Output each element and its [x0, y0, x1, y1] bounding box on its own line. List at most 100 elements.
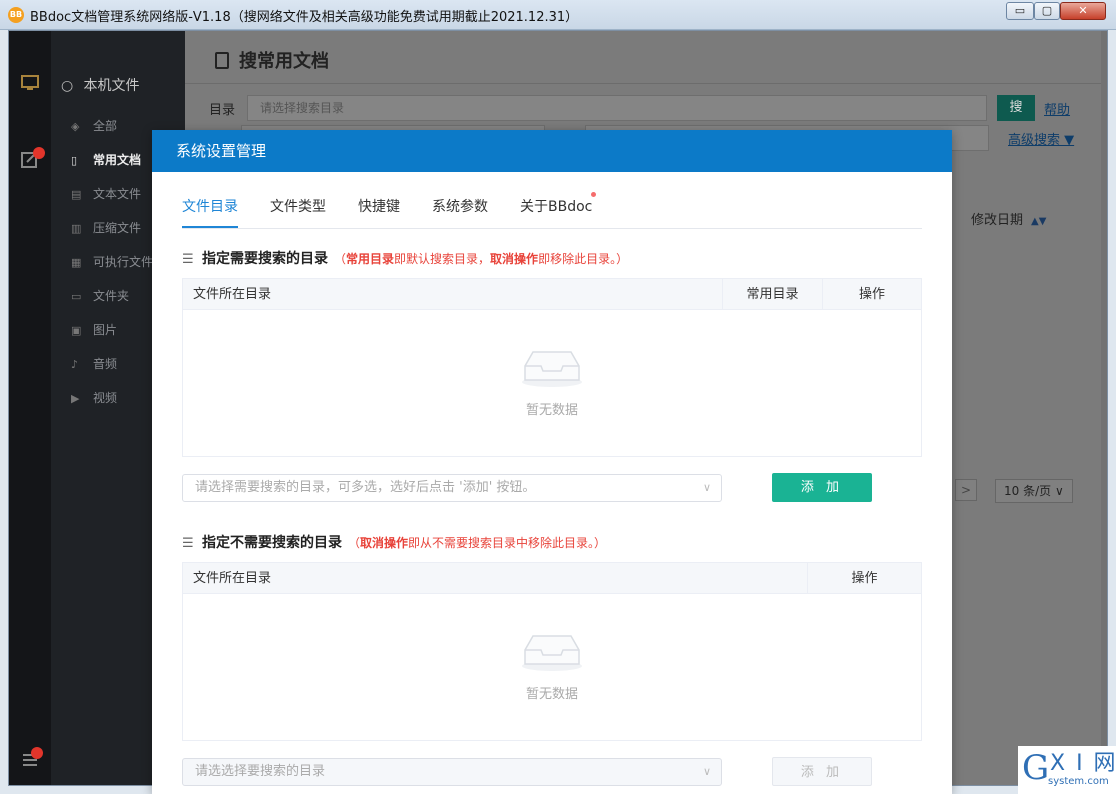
sidebar-header[interactable]: ○ 本机文件: [61, 75, 139, 95]
sidebar-item-archives[interactable]: ▥ 压缩文件: [71, 218, 141, 238]
monitor-icon[interactable]: [19, 73, 41, 95]
add-exclude-button[interactable]: 添 加: [772, 757, 872, 786]
tab-file-types[interactable]: 文件类型: [270, 196, 326, 216]
exclude-dir-select[interactable]: 请选选择要搜索的目录 ∨: [182, 758, 722, 786]
table-header: 文件所在目录 操作: [183, 563, 921, 594]
sidebar-item-label: 常用文档: [93, 153, 142, 167]
folder-icon: ▭: [71, 290, 82, 303]
note-bold: 常用目录: [346, 252, 395, 266]
sidebar-item-label: 视频: [93, 391, 118, 405]
active-tab-indicator: [182, 226, 238, 228]
sidebar-item-images[interactable]: ▣ 图片: [71, 320, 117, 340]
list-icon: ☰: [182, 252, 194, 267]
audio-icon: ♪: [71, 358, 79, 371]
sidebar-item-label: 图片: [93, 323, 118, 337]
watermark-domain: system.com: [1048, 776, 1109, 787]
close-button[interactable]: ✕: [1060, 2, 1106, 20]
note-part: （: [348, 536, 361, 550]
tab-file-directory[interactable]: 文件目录: [182, 196, 238, 216]
section-title-text: 指定需要搜索的目录: [202, 251, 328, 267]
empty-box-icon: [522, 635, 582, 671]
column-header-modified[interactable]: 修改日期 ▲▼: [971, 209, 1046, 228]
document-icon: [215, 52, 229, 69]
archive-icon: ▥: [71, 222, 82, 235]
sidebar-item-label: 文本文件: [93, 187, 142, 201]
new-dot-badge: [591, 192, 597, 197]
column-header-directory: 文件所在目录: [193, 287, 272, 302]
page-title: 搜常用文档: [215, 47, 329, 73]
video-icon: ▶: [71, 392, 80, 405]
tab-shortcuts[interactable]: 快捷键: [358, 196, 400, 216]
column-header-directory: 文件所在目录: [193, 571, 272, 586]
sidebar-item-label: 可执行文件: [93, 255, 154, 269]
column-header-label: 修改日期: [971, 213, 1024, 228]
icon-rail: [9, 31, 51, 785]
sidebar-item-audio[interactable]: ♪ 音频: [71, 354, 117, 374]
minimize-button[interactable]: ▭: [1006, 2, 1034, 20]
table-header: 文件所在目录 常用目录 操作: [183, 279, 921, 310]
include-dir-select[interactable]: 请选择需要搜索的目录，可多选，选好后点击 '添加' 按钮。 ∨: [182, 474, 722, 502]
empty-box-icon: [522, 351, 582, 387]
settings-modal: 系统设置管理 文件目录 文件类型 快捷键 系统参数 关于BBdoc ☰ 指定需要搜…: [152, 130, 952, 794]
watermark-xi: X I 网: [1050, 751, 1116, 776]
column-header-action: 操作: [822, 279, 921, 310]
sidebar-item-text-files[interactable]: ▤ 文本文件: [71, 184, 141, 204]
empty-text: 暂无数据: [525, 687, 578, 702]
sidebar-item-common-docs[interactable]: ▯ 常用文档: [71, 150, 141, 170]
app-logo-icon: BB: [8, 7, 24, 23]
search-icon: ○: [61, 78, 74, 94]
sidebar-item-label: 全部: [93, 119, 118, 133]
chevron-down-icon: ∨: [702, 765, 711, 778]
advanced-search-link[interactable]: 高级搜索 ▼: [1008, 129, 1074, 148]
sidebar-item-video[interactable]: ▶ 视频: [71, 388, 117, 408]
window-titlebar: BB BBdoc文档管理系统网络版-V1.18（搜网络文件及相关高级功能免费试用…: [0, 0, 1116, 30]
chevron-down-icon: ∨: [1054, 484, 1064, 498]
pagination-next-button[interactable]: >: [955, 479, 977, 501]
tab-about[interactable]: 关于BBdoc: [520, 192, 597, 216]
sidebar-item-executables[interactable]: ▦ 可执行文件: [71, 252, 153, 272]
page-size-select[interactable]: 10 条/页 ∨: [995, 479, 1073, 503]
sidebar-item-label: 文件夹: [93, 289, 130, 303]
include-table: 文件所在目录 常用目录 操作 暂无数据: [182, 278, 922, 457]
menu-notification-badge: [31, 747, 43, 759]
sort-icon[interactable]: ▲▼: [1031, 216, 1046, 227]
add-include-button[interactable]: 添 加: [772, 473, 872, 502]
document-icon: ▯: [71, 154, 78, 167]
note-part: 即默认搜索目录，: [394, 252, 491, 266]
dir-select[interactable]: 请选择搜索目录: [247, 95, 987, 121]
sidebar-item-label: 压缩文件: [93, 221, 142, 235]
layers-icon: ◈: [71, 120, 80, 133]
note-part: 即移除此目录。）: [538, 252, 629, 266]
column-header-common: 常用目录: [722, 279, 822, 310]
note-part: 即从不需要搜索目录中移除此目录。）: [408, 536, 607, 550]
chevron-down-icon: ∨: [702, 481, 711, 494]
window-title: BBdoc文档管理系统网络版-V1.18（搜网络文件及相关高级功能免费试用期截止…: [30, 10, 579, 25]
scrollbar[interactable]: [1101, 31, 1107, 785]
select-placeholder: 请选择需要搜索的目录，可多选，选好后点击 '添加' 按钮。: [195, 480, 536, 495]
note-bold: 取消操作: [360, 536, 409, 550]
column-header-action: 操作: [807, 563, 921, 594]
note-part: （: [334, 252, 347, 266]
tab-system-params[interactable]: 系统参数: [432, 196, 488, 216]
exclude-table: 文件所在目录 操作 暂无数据: [182, 562, 922, 741]
modal-title: 系统设置管理: [152, 130, 952, 172]
image-icon: ▣: [71, 324, 82, 337]
section-exclude-title: ☰ 指定不需要搜索的目录 （取消操作即从不需要搜索目录中移除此目录。）: [182, 532, 606, 552]
list-icon: ☰: [182, 536, 194, 551]
text-file-icon: ▤: [71, 188, 82, 201]
watermark-logo: G X I 网 system.com: [1018, 746, 1116, 794]
divider: [185, 83, 1107, 84]
help-link[interactable]: 帮助: [1044, 99, 1070, 118]
section-include-title: ☰ 指定需要搜索的目录 （常用目录即默认搜索目录，取消操作即移除此目录。）: [182, 248, 628, 268]
modal-tabs: 文件目录 文件类型 快捷键 系统参数 关于BBdoc: [182, 172, 922, 229]
sidebar-item-folders[interactable]: ▭ 文件夹: [71, 286, 129, 306]
sidebar-item-all[interactable]: ◈ 全部: [71, 116, 117, 136]
section-title-text: 指定不需要搜索的目录: [202, 535, 342, 551]
section-note: （取消操作即从不需要搜索目录中移除此目录。）: [348, 536, 606, 550]
search-button[interactable]: 搜: [997, 95, 1035, 121]
section-note: （常用目录即默认搜索目录，取消操作即移除此目录。）: [334, 252, 628, 266]
dir-label: 目录: [209, 103, 236, 118]
notification-badge: [33, 147, 45, 159]
maximize-button[interactable]: ▢: [1034, 2, 1060, 20]
note-bold: 取消操作: [490, 252, 539, 266]
